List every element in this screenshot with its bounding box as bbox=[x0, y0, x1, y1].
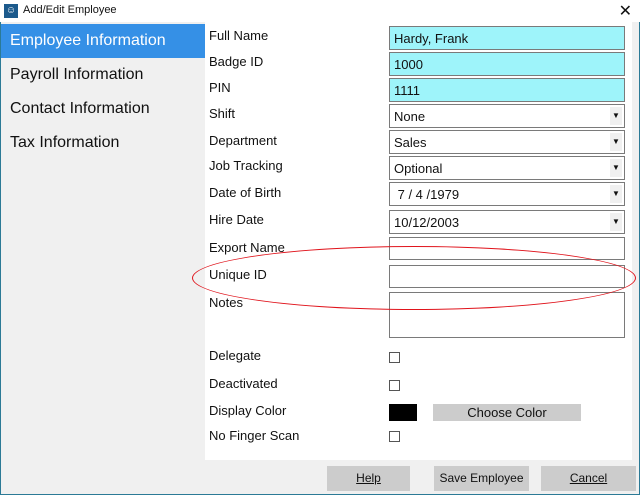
dob-date-picker[interactable]: 7 / 4 /1979 ▼ bbox=[389, 182, 625, 206]
full-name-input[interactable]: Hardy, Frank bbox=[389, 26, 625, 50]
hire-date-value: 10/12/2003 bbox=[394, 215, 460, 230]
app-icon: ☺ bbox=[4, 4, 18, 18]
chevron-down-icon: ▼ bbox=[610, 159, 622, 177]
full-name-label: Full Name bbox=[209, 28, 269, 43]
save-employee-button[interactable]: Save Employee bbox=[434, 466, 529, 491]
hire-date-label: Hire Date bbox=[209, 212, 264, 227]
shift-select[interactable]: None ▼ bbox=[389, 104, 625, 128]
pin-label: PIN bbox=[209, 80, 231, 95]
close-icon[interactable]: ✕ bbox=[619, 1, 632, 21]
window-title: Add/Edit Employee bbox=[23, 4, 117, 16]
sidebar: Employee Information Payroll Information… bbox=[1, 22, 205, 494]
job-tracking-value: Optional bbox=[394, 161, 443, 176]
choose-color-button[interactable]: Choose Color bbox=[433, 404, 581, 421]
delegate-checkbox[interactable] bbox=[389, 352, 400, 363]
chevron-down-icon: ▼ bbox=[610, 133, 622, 151]
sidebar-item-contact-information[interactable]: Contact Information bbox=[1, 92, 205, 126]
shift-label: Shift bbox=[209, 106, 236, 121]
department-value: Sales bbox=[394, 135, 427, 150]
badge-id-label: Badge ID bbox=[209, 54, 264, 69]
dob-label: Date of Birth bbox=[209, 185, 282, 200]
delegate-label: Delegate bbox=[209, 348, 262, 363]
chevron-down-icon: ▼ bbox=[610, 213, 622, 231]
department-label: Department bbox=[209, 133, 277, 148]
job-tracking-select[interactable]: Optional ▼ bbox=[389, 156, 625, 180]
chevron-down-icon: ▼ bbox=[610, 107, 622, 125]
cancel-button[interactable]: Cancel bbox=[541, 466, 636, 491]
sidebar-item-employee-information[interactable]: Employee Information bbox=[1, 24, 205, 58]
hire-date-picker[interactable]: 10/12/2003 ▼ bbox=[389, 210, 625, 234]
department-select[interactable]: Sales ▼ bbox=[389, 130, 625, 154]
chevron-down-icon: ▼ bbox=[610, 185, 622, 203]
badge-id-input[interactable]: 1000 bbox=[389, 52, 625, 76]
job-tracking-label: Job Tracking bbox=[209, 158, 283, 173]
sidebar-item-payroll-information[interactable]: Payroll Information bbox=[1, 58, 205, 92]
shift-value: None bbox=[394, 109, 426, 124]
no-finger-scan-checkbox[interactable] bbox=[389, 431, 400, 442]
sidebar-item-tax-information[interactable]: Tax Information bbox=[1, 126, 205, 160]
title-bar: ☺ Add/Edit Employee ✕ bbox=[0, 0, 640, 22]
display-color-label: Display Color bbox=[209, 403, 287, 418]
deactivated-checkbox[interactable] bbox=[389, 380, 400, 391]
dob-value: 7 / 4 /1979 bbox=[394, 187, 460, 202]
help-button[interactable]: Help bbox=[327, 466, 410, 491]
deactivated-label: Deactivated bbox=[209, 376, 278, 391]
no-finger-scan-label: No Finger Scan bbox=[209, 428, 300, 443]
highlight-annotation bbox=[192, 246, 636, 310]
display-color-swatch bbox=[389, 404, 417, 421]
pin-input[interactable]: 1111 bbox=[389, 78, 625, 102]
